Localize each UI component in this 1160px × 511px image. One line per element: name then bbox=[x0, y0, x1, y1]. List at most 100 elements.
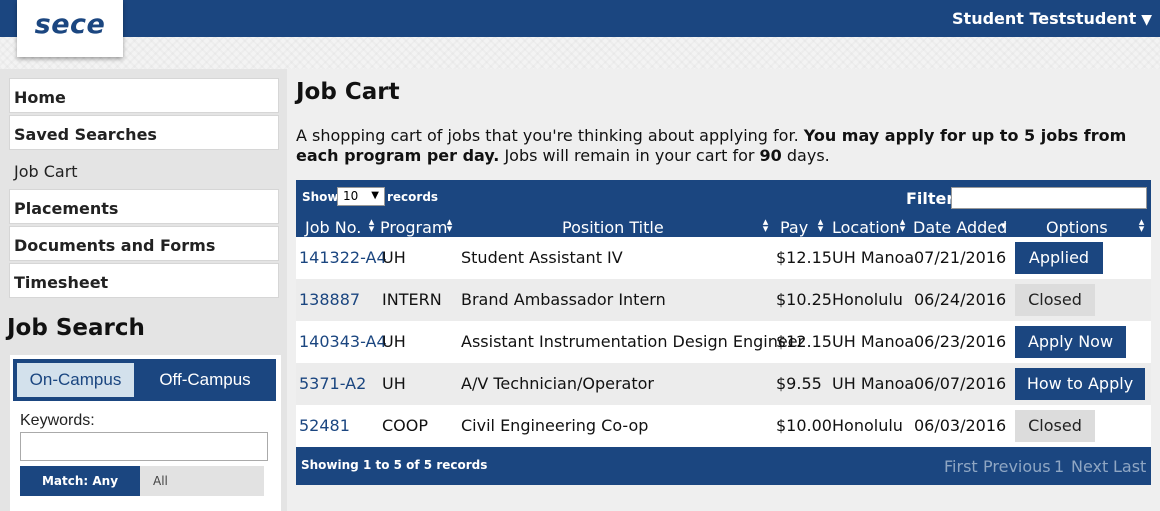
job-search-heading: Job Search bbox=[7, 315, 145, 341]
sort-icon[interactable]: ▴ ▾ bbox=[1137, 217, 1146, 235]
job-number-link[interactable]: 138887 bbox=[299, 290, 360, 309]
sidebar-item-label: Home bbox=[14, 88, 66, 107]
sidebar-item-documents-and-forms[interactable]: Documents and Forms bbox=[9, 226, 279, 261]
pay-cell: $12.15 bbox=[776, 332, 832, 351]
sidebar-item-label: Documents and Forms bbox=[14, 236, 216, 255]
pager-first[interactable]: First bbox=[944, 457, 978, 476]
pager-last[interactable]: Last bbox=[1113, 457, 1146, 476]
dropdown-arrow-icon[interactable]: ▼ bbox=[371, 190, 379, 201]
job-number-link[interactable]: 140343-A4 bbox=[299, 332, 387, 351]
sidebar-item-label: Saved Searches bbox=[14, 125, 157, 144]
pager-previous[interactable]: Previous bbox=[983, 457, 1051, 476]
column-header-date-added[interactable]: Date Added bbox=[913, 218, 1007, 237]
intro-text-emphasis: 90 bbox=[759, 146, 782, 165]
logo-text[interactable]: sece bbox=[17, 9, 123, 40]
how-to-apply-button[interactable]: How to Apply bbox=[1015, 368, 1145, 400]
column-header-pay[interactable]: Pay bbox=[780, 218, 808, 237]
intro-text-part: A shopping cart of jobs that you're thin… bbox=[296, 126, 804, 145]
date-added-cell: 07/21/2016 bbox=[914, 248, 1007, 267]
closed-button[interactable]: Closed bbox=[1015, 410, 1095, 442]
filter-input[interactable] bbox=[951, 187, 1147, 209]
intro-text: A shopping cart of jobs that you're thin… bbox=[296, 126, 1151, 166]
user-name[interactable]: Student Teststudent bbox=[952, 9, 1136, 28]
column-header-job-no[interactable]: Job No. bbox=[305, 218, 361, 237]
column-header-position-title[interactable]: Position Title bbox=[562, 218, 664, 237]
header-pattern-strip bbox=[0, 37, 1160, 69]
job-search-panel: On-Campus Off-Campus Keywords: Match: An… bbox=[10, 355, 281, 511]
program-cell: INTERN bbox=[382, 290, 442, 309]
position-title-cell: Assistant Instrumentation Design Enginee… bbox=[461, 332, 805, 351]
table-row: 140343-A4 UH Assistant Instrumentation D… bbox=[296, 321, 1151, 363]
program-cell: UH bbox=[382, 332, 406, 351]
program-cell: UH bbox=[382, 248, 406, 267]
job-number-link[interactable]: 141322-A4 bbox=[299, 248, 387, 267]
date-added-cell: 06/24/2016 bbox=[914, 290, 1007, 309]
pager-page-1[interactable]: 1 bbox=[1054, 457, 1064, 476]
column-header-program[interactable]: Program bbox=[380, 218, 448, 237]
job-cart-table: Show 10 ▼ records Filter: Job No. ▴ ▾ Prog… bbox=[296, 180, 1151, 485]
job-number-link[interactable]: 5371-A2 bbox=[299, 374, 366, 393]
date-added-cell: 06/23/2016 bbox=[914, 332, 1007, 351]
sort-icon[interactable]: ▴ ▾ bbox=[367, 217, 376, 235]
pay-cell: $12.15 bbox=[776, 248, 832, 267]
sidebar-item-label: Placements bbox=[14, 199, 119, 218]
table-row: 5371-A2 UH A/V Technician/Operator $9.55… bbox=[296, 363, 1151, 405]
intro-text-part: days. bbox=[781, 146, 830, 165]
tab-on-campus[interactable]: On-Campus bbox=[13, 359, 134, 401]
sort-descending-icon[interactable]: ▾ bbox=[999, 221, 1008, 232]
main-content: Job Cart A shopping cart of jobs that yo… bbox=[287, 69, 1160, 511]
sidebar-item-saved-searches[interactable]: Saved Searches bbox=[9, 115, 279, 150]
program-cell: UH bbox=[382, 374, 406, 393]
match-any-button[interactable]: Match: Any bbox=[20, 466, 140, 496]
intro-text-part: Jobs will remain in your cart for bbox=[499, 146, 760, 165]
location-cell: Honolulu bbox=[832, 290, 903, 309]
column-header-location[interactable]: Location bbox=[832, 218, 900, 237]
top-bar: Student Teststudent ▼ bbox=[0, 0, 1160, 37]
page-title: Job Cart bbox=[296, 79, 400, 105]
sidebar-item-label: Timesheet bbox=[14, 273, 109, 292]
logo[interactable]: sece bbox=[17, 0, 123, 57]
location-cell: UH Manoa bbox=[832, 332, 915, 351]
sidebar: Home Saved Searches Job Cart Placements … bbox=[0, 69, 287, 511]
sidebar-item-job-cart[interactable]: Job Cart bbox=[9, 152, 279, 187]
pay-cell: $9.55 bbox=[776, 374, 822, 393]
pay-cell: $10.00 bbox=[776, 416, 832, 435]
sidebar-item-home[interactable]: Home bbox=[9, 78, 279, 113]
position-title-cell: Civil Engineering Co-op bbox=[461, 416, 649, 435]
closed-button[interactable]: Closed bbox=[1015, 284, 1095, 316]
sidebar-item-placements[interactable]: Placements bbox=[9, 189, 279, 224]
sort-icon[interactable]: ▴ ▾ bbox=[898, 217, 907, 235]
keywords-input[interactable] bbox=[20, 432, 268, 461]
chevron-down-icon[interactable]: ▼ bbox=[1141, 12, 1152, 28]
date-added-cell: 06/03/2016 bbox=[914, 416, 1007, 435]
pager-next[interactable]: Next bbox=[1071, 457, 1108, 476]
match-all-button[interactable]: All bbox=[140, 466, 264, 496]
location-cell: Honolulu bbox=[832, 416, 903, 435]
table-row: 52481 COOP Civil Engineering Co-op $10.0… bbox=[296, 405, 1151, 447]
position-title-cell: Brand Ambassador Intern bbox=[461, 290, 666, 309]
records-label: records bbox=[387, 190, 439, 204]
position-title-cell: A/V Technician/Operator bbox=[461, 374, 654, 393]
show-label: Show bbox=[302, 190, 339, 204]
sort-icon[interactable]: ▴ ▾ bbox=[445, 217, 454, 235]
records-per-page-value[interactable]: 10 bbox=[343, 189, 358, 203]
tab-off-campus[interactable]: Off-Campus bbox=[134, 359, 276, 401]
sidebar-item-label: Job Cart bbox=[14, 162, 78, 181]
records-per-page-select[interactable]: 10 ▼ bbox=[337, 187, 385, 206]
position-title-cell: Student Assistant IV bbox=[461, 248, 623, 267]
pay-cell: $10.25 bbox=[776, 290, 832, 309]
column-header-options[interactable]: Options bbox=[1046, 218, 1108, 237]
records-info: Showing 1 to 5 of 5 records bbox=[301, 458, 488, 472]
program-cell: COOP bbox=[382, 416, 429, 435]
table-row: 141322-A4 UH Student Assistant IV $12.15… bbox=[296, 237, 1151, 279]
table-header: Show 10 ▼ records Filter: Job No. ▴ ▾ Prog… bbox=[296, 180, 1151, 237]
user-menu[interactable]: Student Teststudent ▼ bbox=[952, 9, 1152, 28]
location-cell: UH Manoa bbox=[832, 374, 915, 393]
table-footer: Showing 1 to 5 of 5 records First Previo… bbox=[296, 447, 1151, 485]
sort-icon[interactable]: ▴ ▾ bbox=[816, 217, 825, 235]
sidebar-item-timesheet[interactable]: Timesheet bbox=[9, 263, 279, 298]
sort-icon[interactable]: ▴ ▾ bbox=[761, 217, 770, 235]
apply-now-button[interactable]: Apply Now bbox=[1015, 326, 1126, 358]
job-number-link[interactable]: 52481 bbox=[299, 416, 350, 435]
applied-button[interactable]: Applied bbox=[1015, 242, 1103, 274]
